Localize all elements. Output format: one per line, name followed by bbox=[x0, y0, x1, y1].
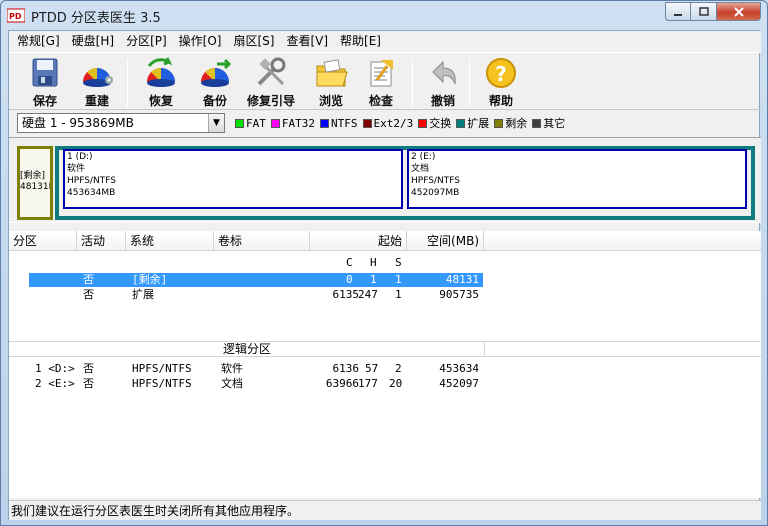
minimize-icon bbox=[674, 13, 682, 16]
maximize-button[interactable] bbox=[691, 2, 717, 21]
partition-table: 分区 活动 系统 卷标 起始 空间(MB) C H S 否 [剩余] 0 1 1… bbox=[9, 231, 761, 498]
legend-item-free: 剩余 bbox=[494, 115, 527, 131]
col-partition[interactable]: 分区 bbox=[9, 231, 77, 251]
menu-operation[interactable]: 操作[O] bbox=[173, 31, 228, 52]
backup-button[interactable]: 备份 bbox=[197, 56, 233, 110]
restore-button[interactable]: 恢复 bbox=[143, 56, 179, 110]
table-row[interactable]: 否 扩展 6135 247 1 905735 bbox=[9, 288, 761, 302]
legend-item-fat: FAT bbox=[235, 117, 266, 130]
restore-icon bbox=[147, 57, 175, 87]
status-text: 我们建议在运行分区表医生时关闭所有其他应用程序。 bbox=[11, 504, 300, 518]
legend: FAT FAT32 NTFS Ext2/3 交换 扩展 剩余 其它 bbox=[235, 115, 570, 131]
col-system[interactable]: 系统 bbox=[126, 231, 214, 251]
logical-section-header: 逻辑分区 bbox=[9, 341, 761, 357]
app-logo-icon: PD bbox=[7, 8, 25, 23]
repair-boot-icon bbox=[257, 57, 286, 86]
map-partition-d[interactable]: 1 (D:) 软件 HPFS/NTFS 453634MB bbox=[63, 149, 403, 209]
table-row[interactable]: 1 <D:> 否 HPFS/NTFS 软件 6136 57 2 453634 bbox=[9, 362, 761, 376]
browse-button[interactable]: 浏览 bbox=[313, 56, 349, 110]
check-icon bbox=[370, 60, 393, 87]
save-button[interactable]: 保存 bbox=[27, 56, 63, 110]
window-title: PTDD 分区表医生 3.5 bbox=[31, 11, 161, 26]
toolbar: 保存 重建 恢复 备份 修复引导 浏览 检查 撤销 ? 帮助 bbox=[9, 52, 761, 110]
svg-text:?: ? bbox=[495, 62, 507, 86]
close-button[interactable] bbox=[717, 2, 761, 21]
repair-boot-button[interactable]: 修复引导 bbox=[247, 56, 295, 110]
undo-icon bbox=[432, 60, 456, 85]
col-filler bbox=[484, 231, 761, 251]
col-size[interactable]: 空间(MB) bbox=[407, 231, 484, 251]
disk-map: [剩余] 48131M 1 (D:) 软件 HPFS/NTFS 453634MB bbox=[9, 137, 761, 223]
chevron-down-icon[interactable]: ▼ bbox=[208, 114, 224, 132]
browse-icon bbox=[316, 59, 348, 87]
menu-view[interactable]: 查看[V] bbox=[280, 31, 334, 52]
help-icon: ? bbox=[486, 58, 516, 88]
col-start[interactable]: 起始 bbox=[310, 231, 407, 251]
menu-disk[interactable]: 硬盘[H] bbox=[66, 31, 120, 52]
svg-text:PD: PD bbox=[9, 12, 22, 21]
title-bar[interactable]: PD PTDD 分区表医生 3.5 bbox=[1, 1, 767, 29]
app-window: PD PTDD 分区表医生 3.5 常规[G] 硬盘[H] 分区[P] 操作[O… bbox=[0, 0, 768, 526]
menu-bar: 常规[G] 硬盘[H] 分区[P] 操作[O] 扇区[S] 查看[V] 帮助[E… bbox=[9, 31, 761, 52]
table-row[interactable]: 否 [剩余] 0 1 1 48131 bbox=[9, 273, 761, 287]
close-icon bbox=[733, 6, 744, 17]
col-label[interactable]: 卷标 bbox=[214, 231, 310, 251]
chs-header: C H S bbox=[346, 256, 402, 269]
map-free-space[interactable]: [剩余] 48131M bbox=[17, 146, 53, 220]
status-bar: 我们建议在运行分区表医生时关闭所有其他应用程序。 bbox=[9, 500, 761, 520]
legend-item-fat32: FAT32 bbox=[270, 117, 315, 130]
save-icon bbox=[32, 58, 58, 87]
disk-select-value: 硬盘 1 - 953869MB bbox=[22, 116, 134, 130]
undo-button[interactable]: 撤销 bbox=[425, 56, 461, 110]
legend-item-ext: Ext2/3 bbox=[362, 117, 413, 130]
table-row[interactable]: 2 <E:> 否 HPFS/NTFS 文档 63966 177 20 45209… bbox=[9, 377, 761, 391]
legend-item-swap: 交换 bbox=[418, 115, 451, 131]
map-extended-partition[interactable]: 1 (D:) 软件 HPFS/NTFS 453634MB 2 (E:) 文档 H… bbox=[55, 146, 755, 220]
rebuild-button[interactable]: 重建 bbox=[79, 56, 115, 110]
col-active[interactable]: 活动 bbox=[77, 231, 126, 251]
legend-item-other: 其它 bbox=[532, 115, 565, 131]
maximize-icon bbox=[698, 7, 709, 16]
map-partition-e[interactable]: 2 (E:) 文档 HPFS/NTFS 452097MB bbox=[407, 149, 747, 209]
menu-help[interactable]: 帮助[E] bbox=[334, 31, 387, 52]
backup-icon bbox=[201, 58, 232, 87]
menu-partition[interactable]: 分区[P] bbox=[120, 31, 173, 52]
check-button[interactable]: 检查 bbox=[363, 56, 399, 110]
rebuild-icon bbox=[83, 67, 113, 87]
help-button[interactable]: ? 帮助 bbox=[483, 56, 519, 110]
menu-sector[interactable]: 扇区[S] bbox=[227, 31, 280, 52]
legend-item-extended: 扩展 bbox=[456, 115, 489, 131]
menu-general[interactable]: 常规[G] bbox=[11, 31, 66, 52]
legend-item-ntfs: NTFS bbox=[320, 117, 358, 130]
minimize-button[interactable] bbox=[665, 2, 691, 21]
disk-row: 硬盘 1 - 953869MB ▼ FAT FAT32 NTFS Ext2/3 … bbox=[9, 111, 761, 135]
disk-select[interactable]: 硬盘 1 - 953869MB ▼ bbox=[17, 113, 225, 133]
